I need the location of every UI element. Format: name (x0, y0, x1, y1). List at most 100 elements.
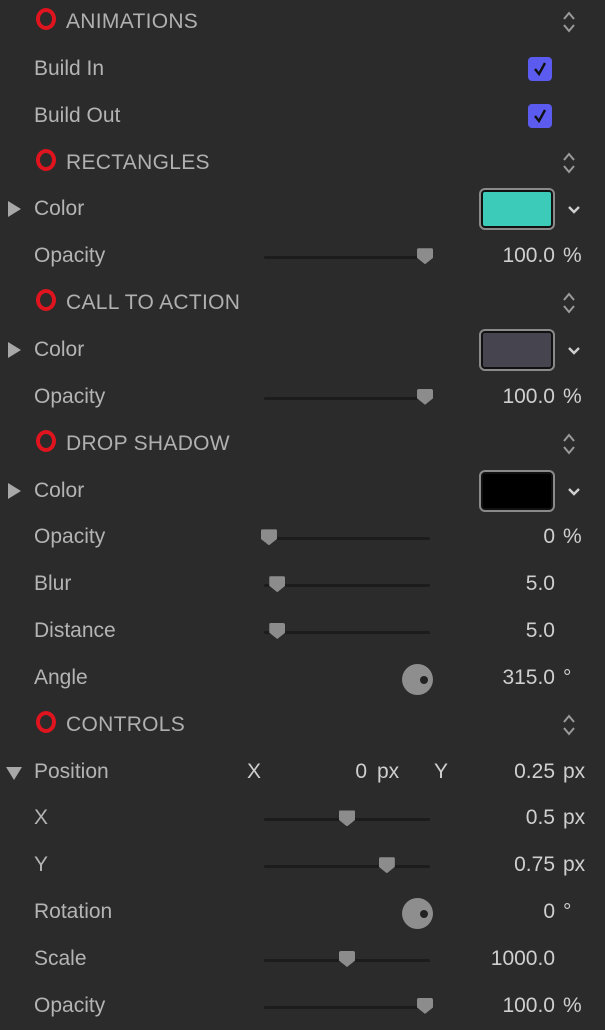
slider-thumb[interactable] (339, 951, 355, 967)
unit-label: ° (563, 665, 572, 689)
disclosure-triangle-icon[interactable] (8, 482, 21, 499)
unit-label: px (563, 806, 586, 830)
value-field[interactable]: 315.0 (502, 666, 555, 690)
red-circle-icon (36, 429, 56, 452)
value-field[interactable]: 100.0 (502, 244, 555, 268)
slider[interactable] (264, 576, 430, 593)
property-label: Color (34, 337, 85, 361)
angle-dial[interactable] (402, 898, 433, 930)
disclosure-triangle-icon[interactable] (8, 341, 21, 358)
unit-label: px (377, 759, 400, 783)
property-row-color: Color (0, 469, 605, 515)
value-field[interactable]: 100.0 (502, 994, 555, 1018)
property-row-position: Position X Y 0 px 0.25 px (0, 750, 605, 796)
slider-thumb[interactable] (260, 529, 277, 546)
value-field[interactable]: 0 (543, 525, 555, 549)
chevron-down-icon[interactable] (566, 344, 582, 362)
chevron-down-icon[interactable] (566, 203, 582, 221)
up-down-chevron-icon[interactable] (562, 432, 576, 456)
unit-label: % (563, 993, 582, 1017)
position-y-value[interactable]: 0.25 (514, 760, 555, 784)
slider-thumb[interactable] (269, 576, 286, 593)
dial-indicator (420, 910, 428, 919)
unit-label: px (563, 759, 586, 783)
property-label: Opacity (34, 384, 106, 408)
color-swatch[interactable] (479, 469, 555, 512)
property-row-color: Color (0, 328, 605, 374)
property-row-distance: Distance 5.0 (0, 609, 605, 655)
slider-thumb[interactable] (339, 810, 355, 827)
property-row-opacity: Opacity 0% (0, 515, 605, 561)
color-swatch[interactable] (479, 328, 555, 371)
disclosure-triangle-icon[interactable] (8, 201, 21, 218)
slider[interactable] (264, 997, 434, 1014)
property-row-x: X 0.5 px (0, 796, 605, 842)
property-row-angle: Angle 315.0 ° (0, 656, 605, 702)
unit-label: % (563, 244, 582, 268)
slider[interactable] (264, 248, 434, 265)
value-field[interactable]: 0.75 (514, 853, 555, 877)
property-label: Distance (34, 619, 116, 643)
up-down-chevron-icon[interactable] (562, 713, 576, 737)
position-x-value[interactable]: 0 (355, 760, 367, 784)
section-header-rectangles[interactable]: RECTANGLES (0, 141, 605, 187)
property-row-color: Color (0, 187, 605, 233)
slider-thumb[interactable] (417, 997, 434, 1014)
up-down-chevron-icon[interactable] (562, 151, 576, 175)
property-label: Build Out (34, 103, 121, 127)
slider[interactable] (264, 857, 430, 874)
red-circle-icon (36, 148, 56, 171)
section-header-controls[interactable]: CONTROLS (0, 703, 605, 749)
slider-thumb[interactable] (417, 388, 434, 405)
property-label: Build In (34, 56, 105, 80)
property-row-scale: Scale 1000.0 (0, 937, 605, 983)
value-field[interactable]: 100.0 (502, 385, 555, 409)
up-down-chevron-icon[interactable] (562, 10, 576, 34)
property-label: Opacity (34, 525, 106, 549)
section-title: RECTANGLES (66, 150, 210, 174)
slider[interactable] (264, 388, 434, 405)
property-row-rotation: Rotation 0 ° (0, 890, 605, 936)
angle-dial[interactable] (402, 663, 433, 695)
section-header-drop-shadow[interactable]: DROP SHADOW (0, 422, 605, 468)
value-field[interactable]: 1000.0 (491, 947, 555, 971)
slider[interactable] (264, 810, 430, 827)
slider-thumb[interactable] (417, 248, 434, 265)
up-down-chevron-icon[interactable] (562, 291, 576, 315)
value-field[interactable]: 0 (543, 900, 555, 924)
property-label: Opacity (34, 244, 106, 268)
property-row-opacity: Opacity 100.0% (0, 984, 605, 1030)
slider[interactable] (264, 623, 430, 640)
property-label: Color (34, 478, 85, 502)
red-circle-icon (36, 8, 56, 30)
property-label: Scale (34, 947, 87, 970)
color-swatch[interactable] (479, 188, 555, 231)
property-label: Position (34, 759, 109, 783)
checkmark-icon (534, 109, 547, 123)
property-label: X (34, 806, 49, 830)
checkbox[interactable] (528, 56, 552, 81)
property-label: Rotation (34, 900, 113, 924)
unit-label: % (563, 525, 582, 549)
slider-thumb[interactable] (269, 623, 286, 640)
checkbox[interactable] (528, 103, 552, 128)
slider[interactable] (260, 529, 430, 546)
slider-thumb[interactable] (378, 857, 395, 874)
section-title: DROP SHADOW (66, 431, 230, 455)
property-row-opacity: Opacity 100.0% (0, 234, 605, 280)
slider[interactable] (264, 951, 430, 967)
unit-label: px (563, 853, 586, 877)
disclosure-triangle-open-icon[interactable] (6, 766, 22, 780)
unit-label: % (563, 384, 582, 408)
checkmark-icon (534, 62, 547, 77)
property-row-y: Y 0.75 px (0, 843, 605, 889)
section-title: ANIMATIONS (66, 10, 199, 33)
value-field[interactable]: 5.0 (526, 619, 555, 643)
section-header-call-to-action[interactable]: CALL TO ACTION (0, 281, 605, 327)
chevron-down-icon[interactable] (566, 485, 582, 503)
property-label: Color (34, 197, 85, 221)
value-field[interactable]: 5.0 (526, 572, 555, 596)
dial-indicator (420, 675, 428, 684)
value-field[interactable]: 0.5 (526, 806, 555, 830)
section-header-animations[interactable]: ANIMATIONS (0, 0, 605, 46)
